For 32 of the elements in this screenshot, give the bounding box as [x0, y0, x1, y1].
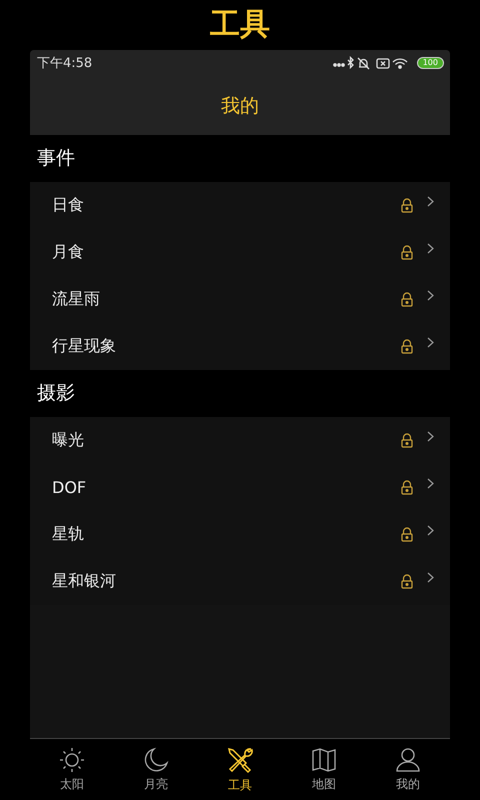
list-item[interactable]: DOF: [30, 464, 450, 511]
chevron-icon: [427, 478, 434, 489]
list-item[interactable]: 行星现象: [30, 323, 450, 370]
person-icon: [395, 746, 421, 772]
list-item[interactable]: 曝光: [30, 417, 450, 464]
sun-icon: [59, 746, 85, 772]
list-item[interactable]: 日食: [30, 182, 450, 229]
list-item[interactable]: 星轨: [30, 511, 450, 558]
map-icon: [311, 746, 337, 772]
chevron-icon: [427, 337, 434, 348]
section-title: 事件: [30, 135, 450, 182]
tab[interactable]: 月亮: [114, 739, 198, 800]
list-item[interactable]: 流星雨: [30, 276, 450, 323]
section-title: 摄影: [30, 370, 450, 417]
tab[interactable]: 太阳: [30, 739, 114, 800]
page-title: 工具: [210, 6, 270, 44]
tools-icon: [226, 746, 254, 774]
chevron-icon: [427, 290, 434, 301]
header-title: 我的: [221, 94, 259, 118]
moon-icon: [143, 746, 169, 772]
list-item[interactable]: 月食: [30, 229, 450, 276]
battery-level: 100: [416, 57, 444, 69]
chevron-icon: [427, 572, 434, 583]
chevron-icon: [427, 431, 434, 442]
tab[interactable]: 工具: [198, 739, 282, 800]
tab[interactable]: 地图: [282, 739, 366, 800]
list-item[interactable]: 星和银河: [30, 558, 450, 605]
chevron-icon: [427, 525, 434, 536]
chevron-icon: [427, 243, 434, 254]
status-time: 下午4:58: [37, 55, 92, 72]
tab[interactable]: 我的: [366, 739, 450, 800]
chevron-icon: [427, 196, 434, 207]
